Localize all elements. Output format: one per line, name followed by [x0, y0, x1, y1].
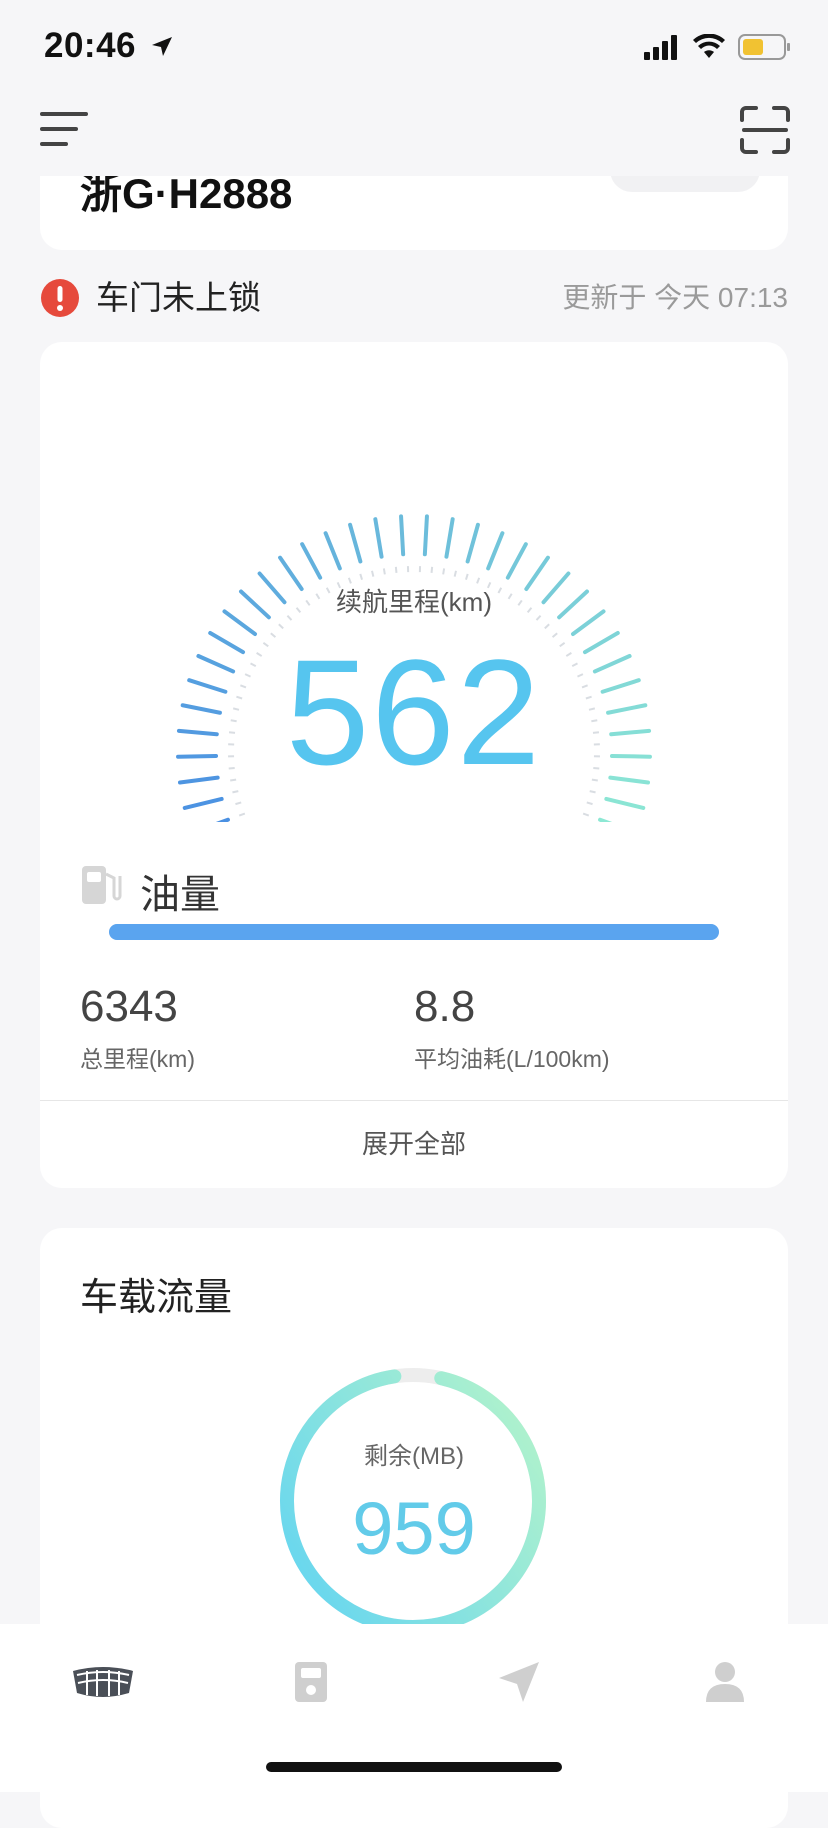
gauge-minor-tick: [587, 802, 593, 804]
status-time: 20:46: [44, 26, 174, 68]
tab-service[interactable]: [276, 1654, 346, 1714]
range-card: 续航里程(km) 562 油量 6343 总里程(km) 8.8 平均油耗(L/…: [40, 342, 788, 1188]
gauge-tick: [375, 519, 381, 556]
stat-label: 平均油耗(L/100km): [414, 1040, 610, 1074]
stat-value: 6343: [80, 982, 195, 1032]
gauge-minor-tick: [466, 574, 468, 580]
stat-value: 8.8: [414, 982, 610, 1032]
alert-text: 车门未上锁: [96, 276, 261, 320]
data-usage-title: 车载流量: [80, 1266, 232, 1321]
tab-vehicle[interactable]: [68, 1654, 138, 1714]
gauge-minor-tick: [235, 802, 241, 804]
gauge-tick: [446, 519, 452, 556]
home-indicator: [266, 1762, 562, 1772]
expand-all-button[interactable]: 展开全部: [40, 1100, 788, 1188]
gauge-tick: [600, 820, 636, 822]
warning-icon: [40, 278, 80, 323]
status-icons: [644, 34, 792, 64]
gauge-tick: [488, 533, 502, 568]
gauge-minor-tick: [443, 568, 444, 574]
fuel-level-bar: [109, 924, 719, 940]
fuel-level-fill: [109, 924, 719, 940]
range-label: 续航里程(km): [40, 582, 788, 619]
gauge-minor-tick: [384, 568, 385, 574]
fuel-label: 油量: [140, 862, 220, 920]
stat-label: 总里程(km): [80, 1040, 195, 1074]
profile-icon: [704, 1660, 746, 1709]
car-brand-icon: [71, 1665, 135, 1704]
ring-value: 959: [40, 1486, 788, 1571]
gauge-tick: [606, 799, 643, 808]
ring-label: 剩余(MB): [40, 1436, 788, 1471]
alert-updated-time: 更新于 今天 07:13: [562, 276, 788, 320]
fuel-icon: [80, 862, 122, 911]
gauge-tick: [508, 544, 526, 577]
stat-avg-consumption: 8.8 平均油耗(L/100km): [414, 982, 610, 1074]
navigation-arrow-icon: [497, 1660, 541, 1709]
gauge-minor-tick: [545, 624, 549, 628]
fuel-pump-icon: [293, 1660, 329, 1709]
cellular-signal-icon: [644, 34, 680, 65]
gauge-minor-tick: [372, 571, 373, 577]
gauge-minor-tick: [279, 624, 283, 628]
gauge-tick: [192, 820, 228, 822]
gauge-tick: [302, 544, 320, 577]
range-value: 562: [40, 632, 788, 792]
gauge-tick: [401, 516, 403, 554]
gauge-minor-tick: [396, 567, 397, 573]
gauge-minor-tick: [239, 814, 245, 816]
location-arrow-icon: [150, 28, 174, 68]
gauge-tick: [350, 525, 360, 562]
gauge-minor-tick: [432, 567, 433, 573]
scan-icon[interactable]: [740, 106, 790, 159]
gauge-tick: [326, 533, 340, 568]
tab-navigation[interactable]: [484, 1654, 554, 1714]
stat-total-mileage: 6343 总里程(km): [80, 982, 195, 1074]
nav-header: [0, 92, 828, 176]
gauge-tick: [425, 516, 427, 554]
gauge-tick: [468, 525, 478, 562]
door-alert[interactable]: 车门未上锁 更新于 今天 07:13: [40, 276, 788, 320]
tab-profile[interactable]: [690, 1654, 760, 1714]
gauge-tick: [185, 799, 222, 808]
menu-icon[interactable]: [40, 110, 90, 155]
gauge-minor-tick: [583, 814, 589, 816]
wifi-icon: [692, 34, 726, 65]
gauge-minor-tick: [455, 571, 456, 577]
status-time-text: 20:46: [44, 26, 136, 65]
gauge-minor-tick: [360, 574, 362, 580]
battery-icon: [738, 34, 792, 65]
